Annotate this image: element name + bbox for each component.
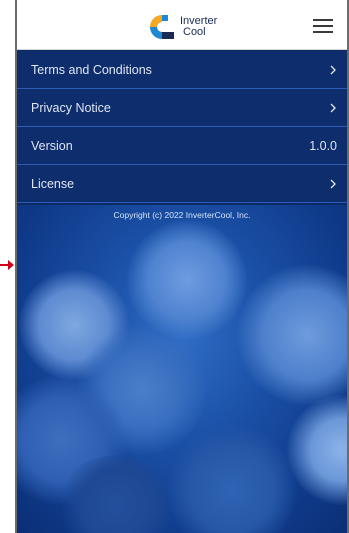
- version-value: 1.0.0: [309, 138, 337, 153]
- logo-line-2: Cool: [183, 26, 206, 38]
- bokeh-light: [237, 265, 347, 405]
- app-header: Inverter Cool: [17, 0, 347, 50]
- logo-mark-icon: [150, 15, 174, 39]
- hamburger-menu-icon[interactable]: [313, 17, 333, 33]
- bokeh-background: [17, 205, 347, 533]
- screen: Inverter Cool Terms and Conditions Priva…: [0, 0, 349, 533]
- logo-wordmark: Inverter Cool: [180, 16, 217, 38]
- bokeh-light: [167, 425, 297, 533]
- chevron-right-icon: [330, 103, 336, 112]
- red-pointer-arrow-icon: [0, 260, 14, 270]
- bokeh-light: [127, 220, 247, 340]
- copyright-text: Copyright (c) 2022 InverterCool, Inc.: [113, 210, 251, 220]
- menu-item-privacy-notice[interactable]: Privacy Notice: [17, 89, 347, 127]
- menu-item-label: License: [31, 176, 75, 191]
- menu-item-version: Version 1.0.0: [17, 127, 347, 165]
- settings-menu-list: Terms and Conditions Privacy Notice Vers…: [17, 51, 347, 203]
- inverter-cool-logo[interactable]: Inverter Cool: [148, 13, 228, 41]
- menu-item-terms-and-conditions[interactable]: Terms and Conditions: [17, 51, 347, 89]
- menu-item-label: Privacy Notice: [31, 100, 111, 115]
- menu-item-label: Version: [31, 138, 73, 153]
- menu-item-label: Terms and Conditions: [31, 62, 152, 77]
- phone-frame: Inverter Cool Terms and Conditions Priva…: [15, 0, 349, 533]
- chevron-right-icon: [330, 179, 336, 188]
- chevron-right-icon: [330, 65, 336, 74]
- menu-item-license[interactable]: License: [17, 165, 347, 203]
